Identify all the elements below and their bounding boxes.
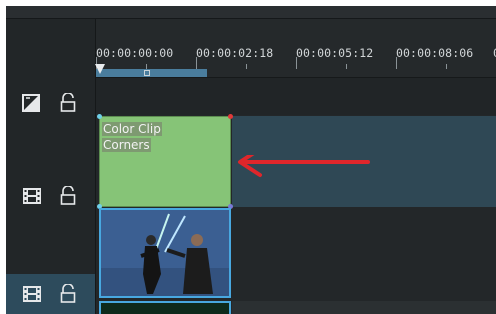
ruler-tick [396,57,397,69]
top-toolbar-strip [6,6,496,19]
timecode-label: 00:00:00:00 [96,46,174,60]
transition-track-lane[interactable] [96,78,496,115]
timeline-panel: 00:00:00:00 00:00:02:18 00:00:05:12 00:0… [6,6,496,314]
lock-icon[interactable] [60,186,76,206]
ruler-tick [246,64,247,69]
ruler-tick [346,64,347,69]
bottom-track-clip[interactable] [99,301,231,314]
transition-track-icon[interactable] [22,94,40,112]
track-header-transition[interactable] [6,83,95,123]
film-strip-icon[interactable] [22,285,42,303]
red-arrow-annotation-icon [238,155,370,177]
film-strip-icon[interactable] [22,187,42,205]
track-header-video-1[interactable] [6,177,95,217]
timeline-area[interactable]: 00:00:00:00 00:00:02:18 00:00:05:12 00:0… [95,19,496,314]
clip-corner-handle[interactable] [97,114,102,119]
clip-subtitle: Corners [102,138,151,152]
zone-handle[interactable] [144,70,150,76]
time-ruler[interactable]: 00:00:00:00 00:00:02:18 00:00:05:12 00:0… [95,19,496,78]
color-clip[interactable]: Color Clip Corners [99,116,231,207]
lock-icon[interactable] [60,284,76,304]
clip-title: Color Clip [102,122,162,136]
bottom-track-lane[interactable] [232,301,496,314]
ruler-tick [446,64,447,69]
zone-bar[interactable] [96,69,207,77]
timecode-label: 00:00:02:18 [196,46,274,60]
video-thumbnail [101,210,229,296]
lock-icon[interactable] [60,93,76,113]
timecode-label: 00:00:05:12 [296,46,374,60]
video-clip[interactable] [99,208,231,298]
ruler-tick [196,57,197,69]
track-headers [6,19,96,314]
timecode-label: 00:00:08:06 [396,46,474,60]
track-header-video-2[interactable] [6,274,95,314]
playhead-marker[interactable] [95,64,105,74]
clip-corner-handle[interactable] [228,114,233,119]
ruler-tick [296,57,297,69]
